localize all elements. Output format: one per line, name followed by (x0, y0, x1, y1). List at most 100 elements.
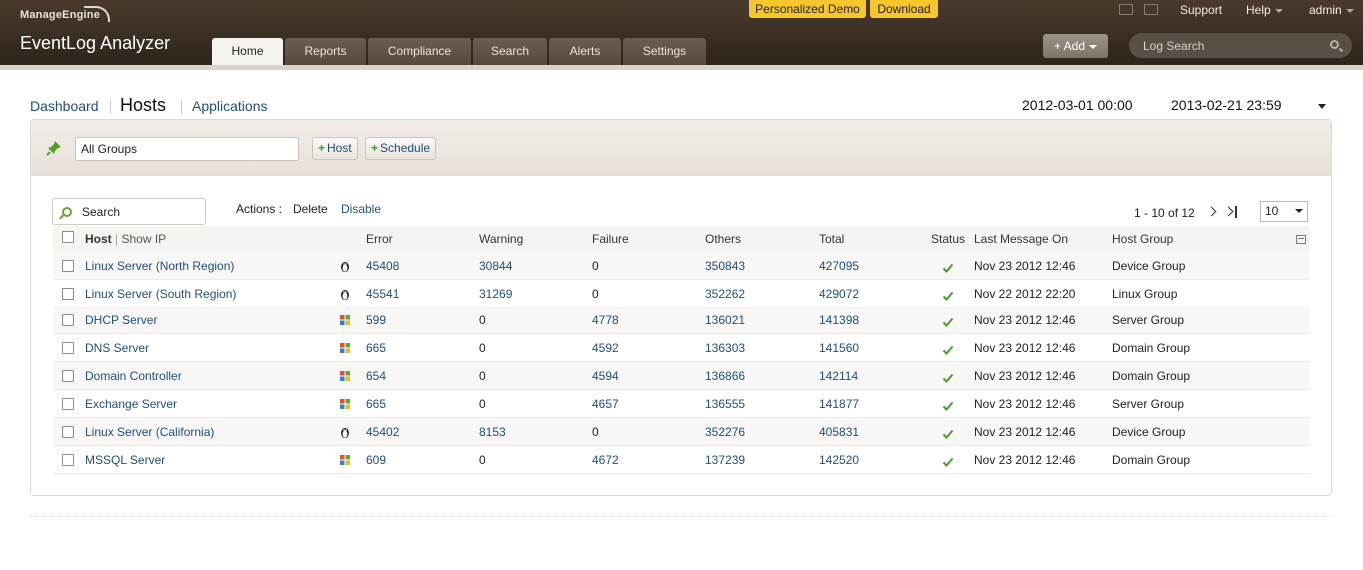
host-name-link[interactable]: Linux Server (South Region) (85, 287, 236, 301)
subnav-separator (181, 100, 182, 114)
cell-warning[interactable]: 31269 (479, 287, 512, 301)
add-schedule-button[interactable]: + Schedule (365, 137, 437, 160)
cell-failure[interactable]: 4594 (592, 369, 619, 383)
cell-total[interactable]: 405831 (819, 425, 859, 439)
row-checkbox[interactable] (62, 398, 74, 410)
row-checkbox[interactable] (62, 342, 74, 354)
cell-failure[interactable]: 4778 (592, 313, 619, 327)
col-warning[interactable]: Warning (479, 232, 523, 246)
pin-icon[interactable] (46, 140, 62, 156)
help-menu[interactable]: Help (1246, 3, 1283, 17)
add-button[interactable]: + Add (1043, 34, 1108, 58)
monitor-icon[interactable] (1119, 4, 1133, 15)
col-others[interactable]: Others (705, 232, 741, 246)
col-failure[interactable]: Failure (592, 232, 629, 246)
row-checkbox[interactable] (62, 426, 74, 438)
cell-others[interactable]: 352276 (705, 425, 745, 439)
disable-action[interactable]: Disable (341, 202, 381, 216)
col-host-group[interactable]: Host Group (1112, 232, 1173, 246)
cell-failure[interactable]: 4657 (592, 397, 619, 411)
date-from[interactable]: 2012-03-01 00:00 (1022, 97, 1133, 113)
row-checkbox[interactable] (62, 454, 74, 466)
select-all-checkbox[interactable] (62, 231, 74, 243)
cell-total[interactable]: 141560 (819, 341, 859, 355)
search-icon[interactable] (1330, 40, 1339, 49)
cell-total[interactable]: 141877 (819, 397, 859, 411)
cell-host-group: Domain Group (1112, 369, 1191, 383)
cell-error[interactable]: 45541 (366, 287, 399, 301)
cell-total[interactable]: 142114 (819, 369, 858, 383)
user-menu[interactable]: admin (1309, 3, 1354, 17)
row-checkbox[interactable] (62, 370, 74, 382)
tab-alerts[interactable]: Alerts (549, 38, 621, 65)
group-select[interactable]: All Groups (75, 137, 299, 161)
tab-reports[interactable]: Reports (285, 38, 366, 65)
col-total[interactable]: Total (819, 232, 844, 246)
subnav-dashboard[interactable]: Dashboard (30, 98, 99, 114)
windows-icon (340, 371, 350, 381)
cell-error[interactable]: 45408 (366, 259, 399, 273)
cell-others[interactable]: 136021 (705, 313, 745, 327)
host-search-input[interactable] (82, 204, 200, 220)
brand-vendor: ManageEngine (20, 9, 101, 21)
per-page-select[interactable]: 10 (1260, 201, 1308, 222)
cell-error[interactable]: 45402 (366, 425, 399, 439)
host-name-link[interactable]: DNS Server (85, 341, 149, 355)
subnav-hosts[interactable]: Hosts (120, 95, 166, 116)
row-checkbox[interactable] (62, 288, 74, 300)
cell-last-message: Nov 23 2012 12:46 (974, 397, 1076, 411)
cell-total[interactable]: 429072 (819, 287, 859, 301)
support-link[interactable]: Support (1180, 3, 1222, 17)
host-name-link[interactable]: DHCP Server (85, 313, 157, 327)
tab-home[interactable]: Home (212, 38, 283, 65)
host-name-link[interactable]: Exchange Server (85, 397, 177, 411)
cell-total[interactable]: 142520 (819, 453, 859, 467)
cell-last-message: Nov 23 2012 12:46 (974, 369, 1076, 383)
date-to[interactable]: 2013-02-21 23:59 (1171, 97, 1282, 113)
host-name-link[interactable]: Linux Server (California) (85, 425, 214, 439)
host-name-link[interactable]: Domain Controller (85, 369, 182, 383)
cell-failure[interactable]: 4672 (592, 453, 619, 467)
tab-settings[interactable]: Settings (623, 38, 706, 65)
personalized-demo-button[interactable]: Personalized Demo (749, 0, 866, 18)
tab-compliance[interactable]: Compliance (368, 38, 471, 65)
cell-total[interactable]: 427095 (819, 259, 859, 273)
tab-search[interactable]: Search (473, 38, 547, 65)
cell-others[interactable]: 136555 (705, 397, 745, 411)
phone-icon[interactable] (1144, 4, 1158, 15)
cell-error[interactable]: 599 (366, 313, 386, 327)
cell-error[interactable]: 665 (366, 341, 386, 355)
linux-icon (341, 262, 349, 272)
cell-error[interactable]: 654 (366, 369, 386, 383)
log-search-input[interactable] (1143, 36, 1323, 55)
cell-warning[interactable]: 8153 (479, 425, 506, 439)
host-name-link[interactable]: Linux Server (North Region) (85, 259, 234, 273)
date-range-dropdown-icon[interactable] (1318, 104, 1326, 109)
cell-total[interactable]: 141398 (819, 313, 859, 327)
help-label: Help (1246, 3, 1271, 17)
check-icon (942, 373, 954, 383)
delete-action[interactable]: Delete (293, 202, 328, 216)
col-host[interactable]: Host | Show IP (85, 232, 166, 246)
add-host-button[interactable]: + Host (312, 137, 358, 160)
cell-warning: 0 (479, 313, 486, 327)
subnav-applications[interactable]: Applications (192, 98, 268, 114)
cell-others[interactable]: 350843 (705, 259, 745, 273)
download-button[interactable]: Download (870, 0, 938, 18)
col-last-message[interactable]: Last Message On (974, 232, 1068, 246)
show-ip-link[interactable]: Show IP (121, 232, 166, 246)
cell-error[interactable]: 609 (366, 453, 386, 467)
cell-others[interactable]: 352262 (705, 287, 745, 301)
host-name-link[interactable]: MSSQL Server (85, 453, 165, 467)
col-error[interactable]: Error (366, 232, 393, 246)
cell-error[interactable]: 665 (366, 397, 386, 411)
row-checkbox[interactable] (62, 260, 74, 272)
cell-others[interactable]: 137239 (705, 453, 745, 467)
column-options-icon[interactable] (1296, 235, 1306, 244)
cell-others[interactable]: 136303 (705, 341, 745, 355)
col-status[interactable]: Status (931, 232, 965, 246)
cell-failure[interactable]: 4592 (592, 341, 619, 355)
cell-others[interactable]: 136866 (705, 369, 745, 383)
row-checkbox[interactable] (62, 314, 74, 326)
cell-warning[interactable]: 30844 (479, 259, 512, 273)
